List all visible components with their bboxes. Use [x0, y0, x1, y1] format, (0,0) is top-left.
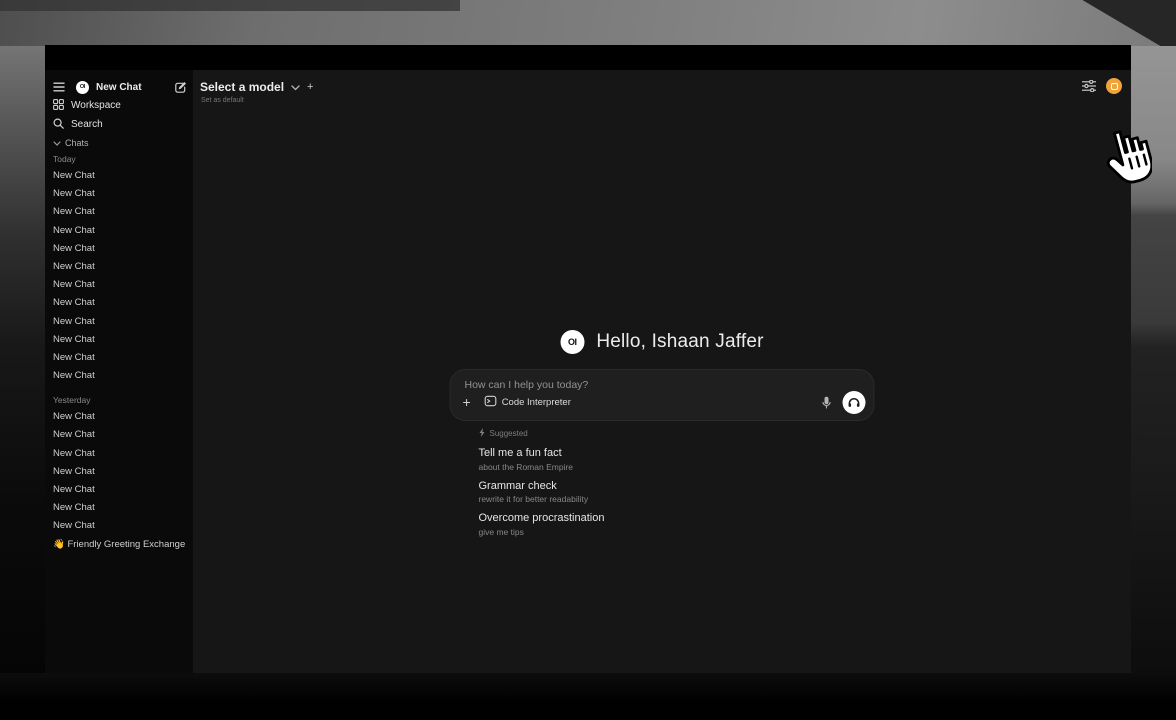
suggestions-panel: Suggested Tell me a fun fact about the R…: [450, 427, 875, 537]
chevron-down-icon[interactable]: [291, 78, 300, 96]
bolt-icon: [479, 428, 486, 439]
controls-icon[interactable]: [1082, 80, 1096, 92]
suggestion-item[interactable]: Overcome procrastination give me tips: [479, 512, 875, 537]
chat-item[interactable]: New Chat: [53, 276, 187, 294]
suggestion-subtitle: rewrite it for better readability: [479, 494, 875, 504]
chat-item[interactable]: New Chat: [53, 240, 187, 258]
greeting-text: Hello, Ishaan Jaffer: [596, 331, 763, 353]
voice-mode-button[interactable]: [843, 391, 866, 414]
chats-section-toggle[interactable]: Chats: [53, 136, 187, 150]
screen: OI New Chat Workspace Searc: [0, 0, 1176, 720]
sidebar: OI New Chat Workspace Searc: [45, 70, 193, 673]
headphones-icon: [848, 397, 861, 408]
sidebar-item-workspace[interactable]: Workspace: [53, 96, 187, 115]
code-interpreter-icon: [485, 395, 497, 410]
search-icon: [53, 118, 64, 132]
sidebar-title: New Chat: [96, 82, 174, 93]
sidebar-header: OI New Chat: [53, 78, 187, 96]
message-composer[interactable]: How can I help you today? + Code Interpr…: [450, 369, 875, 421]
suggestion-title: Tell me a fun fact: [479, 447, 875, 459]
app-logo-icon: OI: [76, 81, 89, 94]
wallpaper-shape: [1131, 46, 1176, 674]
chat-item[interactable]: New Chat: [53, 203, 187, 221]
chat-item[interactable]: New Chat: [53, 185, 187, 203]
add-model-icon[interactable]: +: [307, 82, 313, 93]
chat-item[interactable]: New Chat: [53, 463, 187, 481]
suggestion-item[interactable]: Grammar check rewrite it for better read…: [479, 480, 875, 505]
suggestion-item[interactable]: Tell me a fun fact about the Roman Empir…: [479, 447, 875, 472]
chat-item[interactable]: New Chat: [53, 445, 187, 463]
avatar-image: [1111, 83, 1118, 90]
chevron-down-icon: [53, 138, 61, 148]
model-selector-label: Select a model: [200, 80, 284, 94]
chat-item[interactable]: New Chat: [53, 313, 187, 331]
workspace-icon: [53, 99, 64, 113]
search-label: Search: [71, 119, 103, 130]
chat-list: TodayNew ChatNew ChatNew ChatNew ChatNew…: [53, 153, 187, 554]
sidebar-item-search[interactable]: Search: [53, 115, 187, 134]
attach-icon[interactable]: +: [463, 395, 471, 409]
code-interpreter-toggle[interactable]: Code Interpreter: [485, 395, 571, 410]
suggestion-subtitle: give me tips: [479, 527, 875, 537]
suggested-header: Suggested: [479, 427, 875, 439]
main-area: Select a model + Set as default: [193, 70, 1131, 673]
workspace-label: Workspace: [71, 100, 121, 111]
chat-item[interactable]: New Chat: [53, 426, 187, 444]
suggestion-title: Grammar check: [479, 480, 875, 492]
model-selector[interactable]: Select a model +: [200, 78, 313, 96]
chat-item[interactable]: 👋 Friendly Greeting Exchange: [53, 536, 187, 554]
composer-toolbar: + Code Interpreter: [463, 390, 866, 414]
chat-item[interactable]: New Chat: [53, 517, 187, 535]
chat-section-label: Yesterday: [53, 394, 187, 406]
wallpaper-shape: [0, 673, 1176, 720]
chat-section-label: Today: [53, 153, 187, 165]
greeting-row: OI Hello, Ishaan Jaffer: [450, 328, 875, 356]
chat-item[interactable]: New Chat: [53, 222, 187, 240]
set-default-link[interactable]: Set as default: [201, 97, 244, 104]
chat-item[interactable]: New Chat: [53, 331, 187, 349]
chat-item[interactable]: New Chat: [53, 294, 187, 312]
suggestion-subtitle: about the Roman Empire: [479, 462, 875, 472]
chat-item[interactable]: New Chat: [53, 481, 187, 499]
chat-item[interactable]: New Chat: [53, 349, 187, 367]
chat-item[interactable]: New Chat: [53, 367, 187, 385]
new-chat-icon[interactable]: [174, 81, 187, 94]
chat-item[interactable]: New Chat: [53, 499, 187, 517]
chat-item[interactable]: New Chat: [53, 167, 187, 185]
welcome-panel: OI Hello, Ishaan Jaffer How can I help y…: [450, 328, 875, 537]
suggestion-title: Overcome procrastination: [479, 512, 875, 524]
code-interpreter-label: Code Interpreter: [502, 397, 571, 408]
app-logo-icon: OI: [560, 330, 584, 354]
chat-item[interactable]: New Chat: [53, 258, 187, 276]
sidebar-toggle-icon[interactable]: [53, 82, 65, 92]
wallpaper-shape: [0, 46, 45, 674]
mic-icon[interactable]: [822, 396, 832, 409]
chats-label: Chats: [65, 138, 89, 148]
app-window: OI New Chat Workspace Searc: [45, 45, 1131, 673]
wallpaper-shape: [0, 0, 460, 11]
suggested-label: Suggested: [490, 429, 528, 438]
chat-item[interactable]: New Chat: [53, 408, 187, 426]
window-chrome: [45, 45, 1131, 70]
user-avatar[interactable]: [1106, 78, 1122, 94]
header-actions: [1082, 78, 1122, 94]
